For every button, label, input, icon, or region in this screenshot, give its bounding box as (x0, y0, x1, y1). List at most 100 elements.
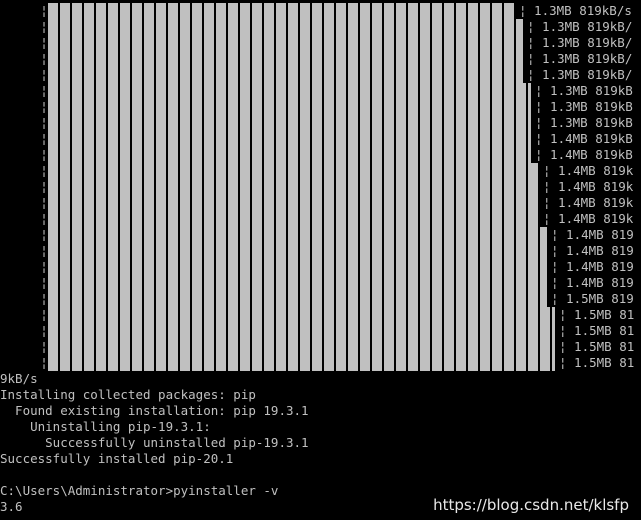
progress-row: ¦ ¦ 1.3MB 819kB/ (40, 51, 641, 67)
progress-row: ¦ ¦ 1.4MB 819kB (40, 147, 641, 163)
progress-row: ¦ ¦ 1.4MB 819kB (40, 131, 641, 147)
progress-row: ¦ ¦ 1.3MB 819kB/ (40, 19, 641, 35)
progress-row-left-pipe: ¦ (40, 291, 48, 306)
progress-row-left-pipe: ¦ (40, 131, 48, 146)
progress-row-left-pipe: ¦ (40, 259, 48, 274)
progress-row-left-pipe: ¦ (40, 211, 48, 226)
progress-row: ¦ ¦ 1.4MB 819 (40, 275, 641, 291)
console-window[interactable]: ¦ ¦ 1.3MB 819kB/s ¦ ¦ 1.3MB 819kB/ ¦ ¦ 1.3MB … (0, 0, 641, 520)
progress-row-status: ¦ 1.4MB 819k (543, 211, 634, 226)
progress-row: ¦ ¦ 1.5MB 819 (40, 291, 641, 307)
progress-row-status: ¦ 1.4MB 819kB (535, 147, 633, 162)
progress-row: ¦ ¦ 1.4MB 819 (40, 259, 641, 275)
progress-row-status: ¦ 1.3MB 819kB/ (527, 19, 633, 34)
progress-row: ¦ ¦ 1.5MB 81 (40, 355, 641, 371)
progress-row-status: ¦ 1.4MB 819 (551, 259, 634, 274)
console-line: C:\Users\Administrator>pyinstaller -v (0, 483, 279, 498)
console-line: Uninstalling pip-19.3.1: (0, 419, 211, 434)
watermark: https://blog.csdn.net/klsfp (433, 496, 629, 514)
progress-row-fill (48, 195, 539, 211)
progress-row-status: ¦ 1.4MB 819 (551, 227, 634, 242)
progress-row-status: ¦ 1.4MB 819 (551, 275, 634, 290)
progress-row-fill (48, 323, 555, 339)
progress-row-left-pipe: ¦ (40, 35, 48, 50)
progress-row-left-pipe: ¦ (40, 323, 48, 338)
progress-row: ¦ ¦ 1.4MB 819k (40, 163, 641, 179)
console-line: Successfully uninstalled pip-19.3.1 (0, 435, 309, 450)
progress-row-fill (48, 35, 523, 51)
progress-row-left-pipe: ¦ (40, 51, 48, 66)
progress-row-left-pipe: ¦ (40, 179, 48, 194)
console-line: Installing collected packages: pip (0, 387, 256, 402)
progress-row: ¦ ¦ 1.4MB 819k (40, 195, 641, 211)
progress-row-left-pipe: ¦ (40, 195, 48, 210)
progress-row-status: ¦ 1.5MB 819 (551, 291, 634, 306)
progress-row-fill (48, 163, 539, 179)
progress-row-fill (48, 3, 515, 19)
progress-row-status: ¦ 1.5MB 81 (559, 323, 635, 338)
console-line: 9kB/s (0, 371, 38, 386)
progress-row: ¦ ¦ 1.3MB 819kB (40, 115, 641, 131)
progress-row-fill (48, 51, 523, 67)
progress-row-left-pipe: ¦ (40, 243, 48, 258)
progress-row-fill (48, 243, 547, 259)
progress-row-status: ¦ 1.3MB 819kB/ (527, 51, 633, 66)
progress-row-status: ¦ 1.4MB 819kB (535, 131, 633, 146)
progress-row: ¦ ¦ 1.4MB 819k (40, 211, 641, 227)
progress-row-fill (48, 19, 523, 35)
console-line: 3.6 (0, 499, 23, 514)
progress-row-status: ¦ 1.3MB 819kB (535, 115, 633, 130)
progress-row-fill (48, 179, 539, 195)
console-line: Successfully installed pip-20.1 (0, 451, 234, 466)
progress-row-left-pipe: ¦ (40, 147, 48, 162)
progress-row-left-pipe: ¦ (40, 227, 48, 242)
progress-row-left-pipe: ¦ (40, 339, 48, 354)
progress-row-status: ¦ 1.5MB 81 (559, 355, 635, 370)
progress-row-fill (48, 339, 555, 355)
progress-row: ¦ ¦ 1.5MB 81 (40, 339, 641, 355)
progress-row-left-pipe: ¦ (40, 275, 48, 290)
progress-row-fill (48, 83, 531, 99)
progress-row-status: ¦ 1.4MB 819 (551, 243, 634, 258)
progress-row-left-pipe: ¦ (40, 19, 48, 34)
progress-row-status: ¦ 1.5MB 81 (559, 307, 635, 322)
progress-row-status: ¦ 1.3MB 819kB (535, 99, 633, 114)
progress-row-fill (48, 211, 539, 227)
progress-row-fill (48, 307, 555, 323)
progress-row-status: ¦ 1.3MB 819kB/ (527, 35, 633, 50)
progress-row-left-pipe: ¦ (40, 67, 48, 82)
progress-row: ¦ ¦ 1.4MB 819k (40, 179, 641, 195)
progress-row: ¦ ¦ 1.4MB 819 (40, 227, 641, 243)
progress-row-status: ¦ 1.4MB 819k (543, 163, 634, 178)
progress-row-status: ¦ 1.3MB 819kB/s (519, 3, 632, 18)
progress-row-fill (48, 275, 547, 291)
progress-row-fill (48, 355, 555, 371)
progress-row: ¦ ¦ 1.3MB 819kB/ (40, 35, 641, 51)
progress-row-left-pipe: ¦ (40, 83, 48, 98)
progress-row: ¦ ¦ 1.5MB 81 (40, 323, 641, 339)
progress-row-status: ¦ 1.4MB 819k (543, 195, 634, 210)
progress-row-status: ¦ 1.3MB 819kB/ (527, 67, 633, 82)
progress-row-fill (48, 115, 531, 131)
progress-row-fill (48, 99, 531, 115)
progress-row: ¦ ¦ 1.5MB 81 (40, 307, 641, 323)
progress-row: ¦ ¦ 1.3MB 819kB (40, 99, 641, 115)
progress-row-fill (48, 67, 523, 83)
progress-row-status: ¦ 1.3MB 819kB (535, 83, 633, 98)
progress-row-left-pipe: ¦ (40, 99, 48, 114)
progress-row-fill (48, 291, 547, 307)
progress-row: ¦ ¦ 1.3MB 819kB (40, 83, 641, 99)
progress-row-left-pipe: ¦ (40, 3, 48, 18)
progress-row-fill (48, 227, 547, 243)
progress-row-left-pipe: ¦ (40, 163, 48, 178)
progress-row-fill (48, 147, 531, 163)
progress-row-left-pipe: ¦ (40, 355, 48, 370)
progress-row-status: ¦ 1.4MB 819k (543, 179, 634, 194)
progress-row-status: ¦ 1.5MB 81 (559, 339, 635, 354)
progress-row-fill (48, 259, 547, 275)
progress-row: ¦ ¦ 1.4MB 819 (40, 243, 641, 259)
progress-row-left-pipe: ¦ (40, 115, 48, 130)
progress-row: ¦ ¦ 1.3MB 819kB/ (40, 67, 641, 83)
progress-row-fill (48, 131, 531, 147)
console-line: Found existing installation: pip 19.3.1 (0, 403, 309, 418)
